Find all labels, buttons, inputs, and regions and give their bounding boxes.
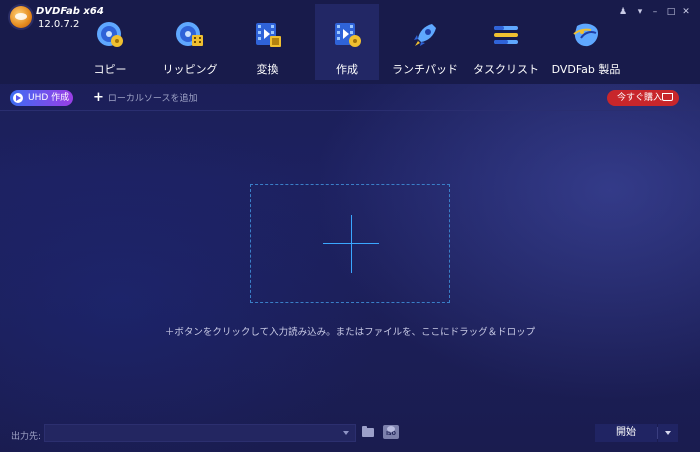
uhd-create-button[interactable]: UHD 作成 xyxy=(10,90,73,106)
output-label: 出力先: xyxy=(11,432,42,442)
nav-label: ランチパッド xyxy=(392,63,458,76)
uhd-create-label: UHD 作成 xyxy=(28,93,70,103)
maximize-icon[interactable]: □ xyxy=(665,6,677,18)
disc-ripper-icon xyxy=(176,22,203,46)
buy-now-button[interactable]: 今すぐ購入 xyxy=(607,90,679,106)
arrow-right-circle-icon xyxy=(13,93,23,103)
toolbar-divider xyxy=(0,110,700,111)
app-version: 12.0.7.2 xyxy=(38,19,80,30)
cart-icon xyxy=(662,93,673,101)
nav-item-products[interactable]: DVDFab 製品 xyxy=(550,4,622,80)
app-window: DVDFab x64 12.0.7.2 ♟ ▾ – □ ✕ コピー リッピング … xyxy=(0,0,700,452)
chevron-down-icon[interactable] xyxy=(343,431,349,435)
nav-label: DVDFab 製品 xyxy=(551,63,621,76)
header: DVDFab x64 12.0.7.2 ♟ ▾ – □ ✕ コピー リッピング … xyxy=(0,0,700,84)
nav-item-create[interactable]: 作成 xyxy=(315,4,379,80)
task-list-icon xyxy=(494,26,518,44)
nav-label: 作成 xyxy=(336,63,358,76)
disc-copy-icon xyxy=(97,22,123,47)
rocket-icon xyxy=(414,24,436,46)
buy-now-label: 今すぐ購入 xyxy=(617,93,663,103)
nav-label: 変換 xyxy=(256,63,279,76)
folder-icon[interactable] xyxy=(362,426,374,437)
film-create-icon xyxy=(335,23,361,47)
add-local-source-label: ローカルソースを追加 xyxy=(107,94,198,104)
iso-icon[interactable]: ISO xyxy=(383,425,399,439)
nav-label: タスクリスト xyxy=(473,63,539,76)
nav-item-task-list[interactable]: タスクリスト xyxy=(473,4,539,80)
add-plus-icon[interactable] xyxy=(351,215,352,273)
menu-arrow-icon[interactable]: ▾ xyxy=(634,6,646,18)
add-source-dropzone[interactable] xyxy=(250,184,450,303)
nav-item-copy[interactable]: コピー xyxy=(80,4,140,80)
output-path-field[interactable] xyxy=(44,424,356,446)
nav-item-ripper[interactable]: リッピング xyxy=(155,4,225,80)
nav-label: コピー xyxy=(93,63,127,76)
output-path-input[interactable] xyxy=(45,430,335,446)
drop-hint-text: ＋ボタンをクリックして入力読み込み。またはファイルを、ここにドラッグ＆ドロップ xyxy=(164,327,536,338)
plus-icon: + xyxy=(93,90,104,105)
add-local-source-button[interactable]: + ローカルソースを追加 xyxy=(93,90,197,106)
dvdfab-logo-icon xyxy=(10,6,32,28)
nav-item-convert[interactable]: 変換 xyxy=(240,4,295,80)
minimize-icon[interactable]: – xyxy=(649,6,661,18)
nav-label: リッピング xyxy=(162,63,218,76)
film-convert-icon xyxy=(255,23,281,47)
nav-item-launchpad[interactable]: ランチパッド xyxy=(390,4,460,80)
start-options-dropdown[interactable] xyxy=(658,424,678,442)
start-button[interactable]: 開始 xyxy=(595,424,657,442)
product-icon xyxy=(573,23,598,47)
close-icon[interactable]: ✕ xyxy=(680,6,692,18)
